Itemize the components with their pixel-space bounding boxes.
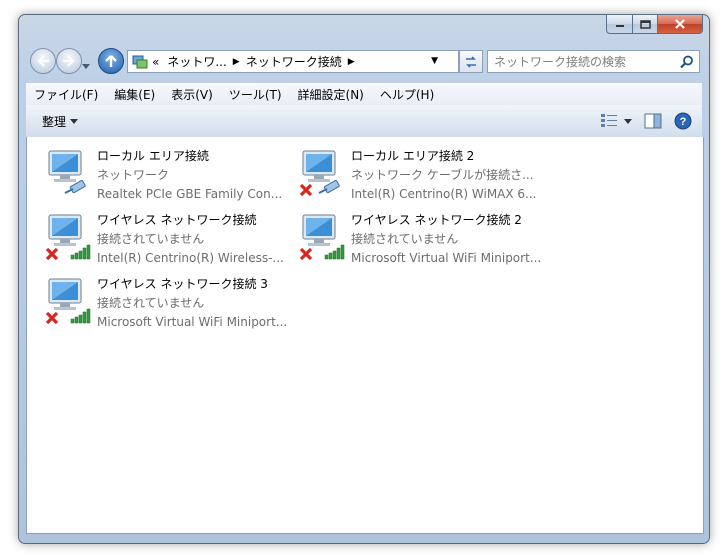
connection-status: ネットワーク ケーブルが接続さ... xyxy=(351,168,534,182)
menu-bar: ファイル(F) 編集(E) 表示(V) ツール(T) 詳細設定(N) ヘルプ(H… xyxy=(26,82,702,105)
refresh-button[interactable] xyxy=(459,50,483,73)
close-icon xyxy=(675,19,685,29)
command-bar: 整理 ? xyxy=(26,105,702,138)
close-button[interactable] xyxy=(658,14,703,34)
forward-button[interactable] xyxy=(56,48,82,74)
command-bar-right: ? xyxy=(600,112,692,130)
up-button[interactable] xyxy=(98,48,124,74)
connection-name: ワイヤレス ネットワーク接続 2 xyxy=(351,213,522,227)
connections-list: ローカル エリア接続 ネットワーク Realtek PCIe GBE Famil… xyxy=(26,137,704,534)
search-input[interactable]: ネットワーク接続の検索 xyxy=(494,53,679,70)
search-box[interactable]: ネットワーク接続の検索 xyxy=(487,50,700,73)
signal-bars-icon xyxy=(70,308,91,324)
chevron-down-icon xyxy=(624,118,632,124)
breadcrumb-separator-icon[interactable]: ▶ xyxy=(233,57,240,67)
connection-name: ローカル エリア接続 2 xyxy=(351,149,475,163)
breadcrumb-separator-icon[interactable]: ▶ xyxy=(348,57,355,67)
svg-text:?: ? xyxy=(680,116,687,128)
maximize-icon xyxy=(639,19,651,29)
connection-status: ネットワーク xyxy=(97,168,170,182)
connection-text: ワイヤレス ネットワーク接続 接続されていません Intel(R) Centri… xyxy=(97,211,297,268)
menu-edit[interactable]: 編集(E) xyxy=(106,86,163,103)
menu-advanced[interactable]: 詳細設定(N) xyxy=(290,86,372,103)
connection-device: Intel(R) Centrino(R) WiMAX 6... xyxy=(351,187,537,201)
connection-item[interactable]: ワイヤレス ネットワーク接続 2 接続されていません Microsoft Vir… xyxy=(299,211,549,273)
explorer-window: « ネットワ... ▶ ネットワーク接続 ▶ ▼ ネットワーク接続の検索 ファイ… xyxy=(18,14,710,544)
connection-text: ローカル エリア接続 ネットワーク Realtek PCIe GBE Famil… xyxy=(97,147,297,204)
change-view-button[interactable] xyxy=(600,113,632,129)
menu-file[interactable]: ファイル(F) xyxy=(26,86,106,103)
network-folder-icon xyxy=(132,55,148,68)
search-icon[interactable] xyxy=(679,54,695,70)
back-button[interactable] xyxy=(30,48,56,74)
connection-item[interactable]: ローカル エリア接続 ネットワーク Realtek PCIe GBE Famil… xyxy=(45,147,295,209)
breadcrumb-connections[interactable]: ネットワーク接続 xyxy=(246,53,342,70)
connection-device: Intel(R) Centrino(R) Wireless-... xyxy=(97,251,284,265)
wireless-connection-icon xyxy=(299,214,345,261)
connection-text: ワイヤレス ネットワーク接続 3 接続されていません Microsoft Vir… xyxy=(97,275,297,332)
forward-arrow-icon xyxy=(63,55,75,67)
wired-connection-icon xyxy=(48,150,86,194)
connection-device: Realtek PCIe GBE Family Con... xyxy=(97,187,283,201)
organize-button[interactable]: 整理 xyxy=(42,113,79,130)
address-dropdown-icon[interactable]: ▼ xyxy=(431,56,438,66)
disconnected-x-icon xyxy=(299,183,313,197)
preview-pane-icon[interactable] xyxy=(644,113,662,129)
maximize-button[interactable] xyxy=(633,14,658,34)
connection-name: ワイヤレス ネットワーク接続 3 xyxy=(97,277,268,291)
back-arrow-icon xyxy=(37,55,49,67)
caption-buttons xyxy=(606,14,703,34)
menu-help[interactable]: ヘルプ(H) xyxy=(372,86,442,103)
connection-status: 接続されていません xyxy=(351,232,459,246)
menu-view[interactable]: 表示(V) xyxy=(163,86,221,103)
signal-bars-icon xyxy=(70,244,91,260)
connection-device: Microsoft Virtual WiFi Miniport... xyxy=(351,251,542,265)
disconnected-x-icon xyxy=(45,247,59,261)
address-prefix[interactable]: « xyxy=(152,55,159,69)
disconnected-x-icon xyxy=(45,311,59,325)
navigation-bar: « ネットワ... ▶ ネットワーク接続 ▶ ▼ ネットワーク接続の検索 xyxy=(26,46,702,76)
connection-item[interactable]: ワイヤレス ネットワーク接続 3 接続されていません Microsoft Vir… xyxy=(45,275,295,337)
signal-bars-icon xyxy=(324,244,345,260)
wired-connection-icon xyxy=(299,150,340,197)
connection-device: Microsoft Virtual WiFi Miniport... xyxy=(97,315,288,329)
organize-label: 整理 xyxy=(42,114,67,129)
chevron-down-icon xyxy=(82,64,90,69)
connection-item[interactable]: ローカル エリア接続 2 ネットワーク ケーブルが接続さ... Intel(R)… xyxy=(299,147,549,209)
wireless-connection-icon xyxy=(45,214,91,261)
disconnected-x-icon xyxy=(299,247,313,261)
help-icon[interactable]: ? xyxy=(674,112,692,130)
connection-text: ローカル エリア接続 2 ネットワーク ケーブルが接続さ... Intel(R)… xyxy=(351,147,551,204)
wireless-connection-icon xyxy=(45,278,91,325)
connection-text: ワイヤレス ネットワーク接続 2 接続されていません Microsoft Vir… xyxy=(351,211,551,268)
connection-status: 接続されていません xyxy=(97,296,205,310)
view-options-icon xyxy=(601,114,617,127)
connection-name: ワイヤレス ネットワーク接続 xyxy=(97,213,257,227)
recent-pages-dropdown[interactable] xyxy=(82,58,90,72)
minimize-button[interactable] xyxy=(606,14,633,34)
up-arrow-icon xyxy=(105,55,117,67)
address-bar[interactable]: « ネットワ... ▶ ネットワーク接続 ▶ ▼ xyxy=(127,50,459,73)
connection-item[interactable]: ワイヤレス ネットワーク接続 接続されていません Intel(R) Centri… xyxy=(45,211,295,273)
refresh-icon xyxy=(466,55,476,68)
connection-status: 接続されていません xyxy=(97,232,205,246)
minimize-icon xyxy=(615,25,624,27)
connection-name: ローカル エリア接続 xyxy=(97,149,209,163)
breadcrumb-network[interactable]: ネットワ... xyxy=(167,53,226,70)
menu-tools[interactable]: ツール(T) xyxy=(221,86,290,103)
chevron-down-icon xyxy=(70,118,79,124)
